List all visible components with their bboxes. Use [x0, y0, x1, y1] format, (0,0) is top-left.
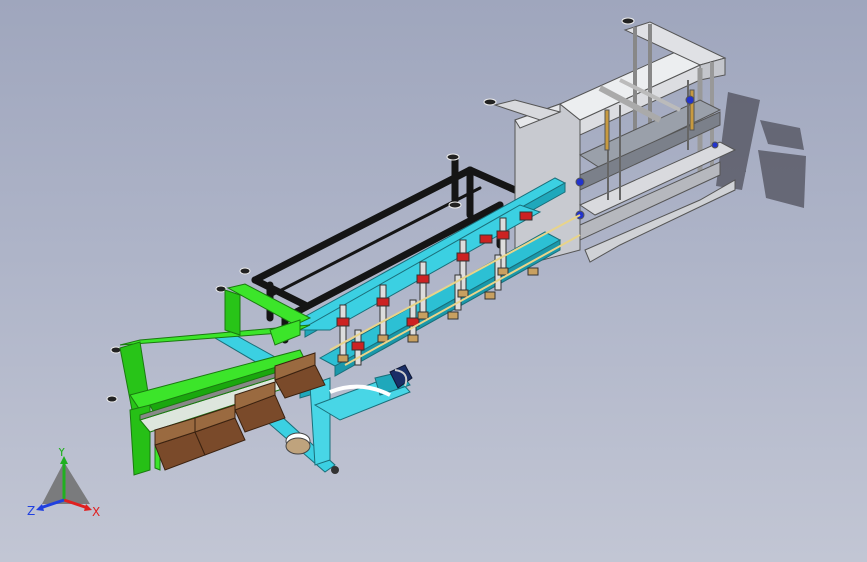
- z-axis-arrow: [36, 504, 44, 511]
- triad-base: [42, 462, 90, 504]
- z-axis-label: Z: [27, 504, 35, 518]
- cyan-transfer-conveyor[interactable]: [208, 177, 567, 473]
- x-axis-label: X: [92, 505, 100, 519]
- y-axis-label: Y: [57, 448, 66, 459]
- assembly-model[interactable]: [0, 0, 867, 562]
- gray-case-packer[interactable]: [493, 21, 737, 263]
- axis-triad[interactable]: Y X Z: [22, 448, 112, 524]
- cad-viewport[interactable]: Y X Z: [0, 0, 867, 562]
- x-axis-arrow: [84, 504, 92, 511]
